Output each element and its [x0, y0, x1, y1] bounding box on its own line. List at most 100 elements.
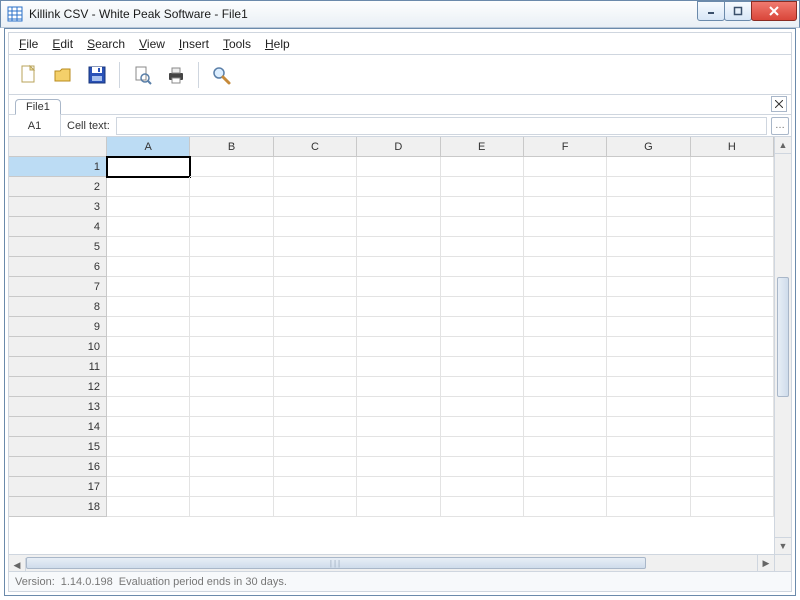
row-header[interactable]: 8 [9, 297, 107, 317]
find-button[interactable] [207, 61, 235, 89]
column-header[interactable]: B [190, 137, 273, 157]
print-button[interactable] [162, 61, 190, 89]
grid-cell[interactable] [524, 497, 607, 517]
maximize-button[interactable] [724, 1, 752, 21]
grid-cell[interactable] [107, 157, 190, 177]
grid-cell[interactable] [357, 337, 440, 357]
grid-cell[interactable] [107, 417, 190, 437]
grid-cell[interactable] [274, 177, 357, 197]
grid-cell[interactable] [190, 317, 273, 337]
row-header[interactable]: 7 [9, 277, 107, 297]
grid-cell[interactable] [107, 397, 190, 417]
grid-cell[interactable] [274, 377, 357, 397]
grid-cell[interactable] [691, 437, 774, 457]
grid-cell[interactable] [441, 237, 524, 257]
grid-cell[interactable] [357, 437, 440, 457]
grid-cell[interactable] [524, 457, 607, 477]
grid-cell[interactable] [441, 497, 524, 517]
column-header[interactable]: F [524, 137, 607, 157]
grid-cell[interactable] [524, 277, 607, 297]
grid-cell[interactable] [524, 297, 607, 317]
grid-cell[interactable] [691, 357, 774, 377]
grid-cell[interactable] [441, 437, 524, 457]
grid-cell[interactable] [607, 337, 690, 357]
grid-cell[interactable] [190, 197, 273, 217]
grid-cell[interactable] [607, 217, 690, 237]
grid-cell[interactable] [524, 377, 607, 397]
grid-cell[interactable] [190, 437, 273, 457]
row-header[interactable]: 14 [9, 417, 107, 437]
grid-cell[interactable] [691, 157, 774, 177]
grid-cell[interactable] [274, 457, 357, 477]
grid-cell[interactable] [357, 237, 440, 257]
grid-cell[interactable] [441, 417, 524, 437]
grid-cell[interactable] [441, 277, 524, 297]
cell-reference-box[interactable]: A1 [9, 115, 61, 136]
grid-cell[interactable] [357, 377, 440, 397]
grid-cell[interactable] [107, 337, 190, 357]
grid-cell[interactable] [357, 297, 440, 317]
grid-cell[interactable] [441, 177, 524, 197]
grid-cell[interactable] [357, 277, 440, 297]
grid-cell[interactable] [190, 297, 273, 317]
grid-cell[interactable] [441, 257, 524, 277]
column-header[interactable]: G [607, 137, 690, 157]
column-header[interactable]: H [691, 137, 774, 157]
grid-cell[interactable] [190, 277, 273, 297]
vertical-scrollbar[interactable]: ▲ ▼ [774, 137, 791, 554]
grid-cell[interactable] [274, 497, 357, 517]
grid-cell[interactable] [357, 457, 440, 477]
grid-cell[interactable] [107, 437, 190, 457]
grid-cell[interactable] [274, 337, 357, 357]
grid-cell[interactable] [607, 497, 690, 517]
row-header[interactable]: 6 [9, 257, 107, 277]
expand-formula-button[interactable]: … [771, 117, 789, 135]
grid-cell[interactable] [524, 337, 607, 357]
grid-cell[interactable] [107, 197, 190, 217]
grid-cell[interactable] [274, 157, 357, 177]
grid-cell[interactable] [524, 397, 607, 417]
grid-cell[interactable] [607, 417, 690, 437]
row-header[interactable]: 13 [9, 397, 107, 417]
grid-cell[interactable] [357, 477, 440, 497]
grid-cell[interactable] [107, 237, 190, 257]
grid-cell[interactable] [524, 217, 607, 237]
grid-cell[interactable] [190, 497, 273, 517]
minimize-button[interactable] [697, 1, 725, 21]
grid-cell[interactable] [274, 277, 357, 297]
grid-cell[interactable] [607, 177, 690, 197]
print-preview-button[interactable] [128, 61, 156, 89]
grid-cell[interactable] [441, 197, 524, 217]
grid-cell[interactable] [107, 177, 190, 197]
grid-cell[interactable] [441, 317, 524, 337]
grid-cell[interactable] [107, 217, 190, 237]
grid-cell[interactable] [691, 417, 774, 437]
grid-cell[interactable] [274, 297, 357, 317]
grid-cell[interactable] [357, 217, 440, 237]
grid-cell[interactable] [441, 357, 524, 377]
grid-cell[interactable] [607, 197, 690, 217]
grid-cell[interactable] [607, 397, 690, 417]
grid-cell[interactable] [607, 377, 690, 397]
grid-cell[interactable] [691, 197, 774, 217]
row-header[interactable]: 18 [9, 497, 107, 517]
grid-cell[interactable] [274, 437, 357, 457]
grid-cell[interactable] [441, 337, 524, 357]
grid-cell[interactable] [524, 177, 607, 197]
cell-text-input[interactable] [116, 117, 767, 135]
grid-cell[interactable] [107, 257, 190, 277]
grid-cell[interactable] [107, 477, 190, 497]
grid-cell[interactable] [190, 377, 273, 397]
column-header[interactable]: D [357, 137, 440, 157]
row-header[interactable]: 10 [9, 337, 107, 357]
grid-cell[interactable] [524, 437, 607, 457]
grid-cell[interactable] [607, 477, 690, 497]
grid-cell[interactable] [691, 277, 774, 297]
column-header[interactable]: C [274, 137, 357, 157]
grid-cell[interactable] [274, 317, 357, 337]
grid-cell[interactable] [691, 337, 774, 357]
menu-insert[interactable]: Insert [173, 35, 215, 53]
grid-cell[interactable] [607, 277, 690, 297]
grid-cell[interactable] [190, 357, 273, 377]
row-header[interactable]: 4 [9, 217, 107, 237]
